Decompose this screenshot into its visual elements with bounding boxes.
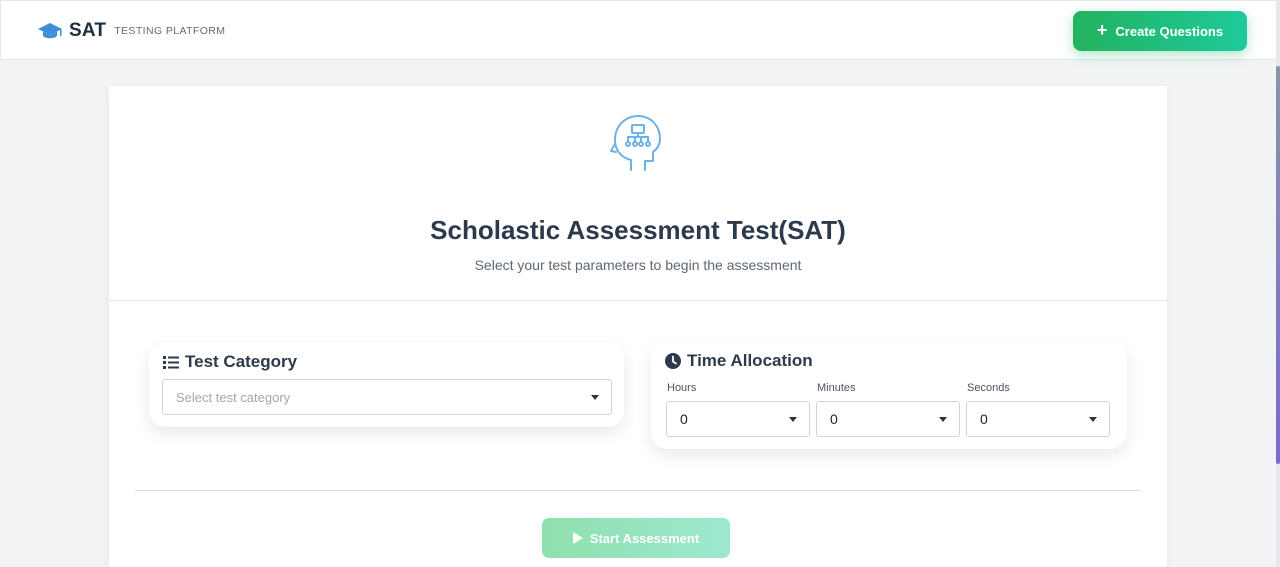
plus-icon: + xyxy=(1096,20,1108,40)
minutes-select[interactable]: 0 xyxy=(816,401,960,437)
start-assessment-label: Start Assessment xyxy=(589,530,700,546)
time-allocation-panel: Time Allocation Hours Minutes Seconds 0 … xyxy=(651,341,1127,449)
brand-title: SAT xyxy=(69,20,107,41)
brand-subtitle: TESTING PLATFORM xyxy=(114,25,226,37)
seconds-label: Seconds xyxy=(967,382,1010,394)
test-category-placeholder: Select test category xyxy=(176,389,291,405)
start-assessment-button[interactable]: Start Assessment xyxy=(542,518,730,558)
time-allocation-title: Time Allocation xyxy=(687,351,813,370)
chevron-down-icon xyxy=(789,417,797,422)
brand[interactable]: SAT TESTING PLATFORM xyxy=(37,20,225,42)
assessment-card: Scholastic Assessment Test(SAT) Select y… xyxy=(109,86,1167,567)
chevron-down-icon xyxy=(591,395,599,400)
header-divider xyxy=(109,300,1167,301)
seconds-select[interactable]: 0 xyxy=(966,401,1110,437)
play-icon xyxy=(572,532,583,544)
time-allocation-heading: Time Allocation xyxy=(665,351,813,371)
minutes-label: Minutes xyxy=(817,382,856,394)
hours-select[interactable]: 0 xyxy=(666,401,810,437)
scrollbar-thumb[interactable] xyxy=(1276,66,1280,464)
minutes-value: 0 xyxy=(830,411,838,427)
seconds-value: 0 xyxy=(980,411,988,427)
chevron-down-icon xyxy=(939,417,947,422)
clock-icon xyxy=(665,353,681,369)
hours-label: Hours xyxy=(667,382,697,394)
graduation-cap-icon xyxy=(38,23,62,39)
brain-network-icon xyxy=(610,115,661,171)
test-category-title: Test Category xyxy=(185,352,298,371)
create-questions-button[interactable]: + Create Questions xyxy=(1073,11,1247,51)
hours-value: 0 xyxy=(680,411,688,427)
chevron-down-icon xyxy=(1089,417,1097,422)
page-title: Scholastic Assessment Test(SAT) xyxy=(430,215,846,245)
test-category-select[interactable]: Select test category xyxy=(162,379,612,415)
footer-divider xyxy=(135,490,1141,491)
page-subtitle: Select your test parameters to begin the… xyxy=(474,257,802,273)
page-scrollbar[interactable] xyxy=(1276,0,1280,567)
test-category-panel: Test Category Select test category xyxy=(149,342,624,427)
test-category-heading: Test Category xyxy=(163,352,297,372)
list-icon xyxy=(163,356,179,369)
create-questions-label: Create Questions xyxy=(1115,23,1224,39)
top-navbar: SAT TESTING PLATFORM + Create Questions xyxy=(0,0,1276,60)
